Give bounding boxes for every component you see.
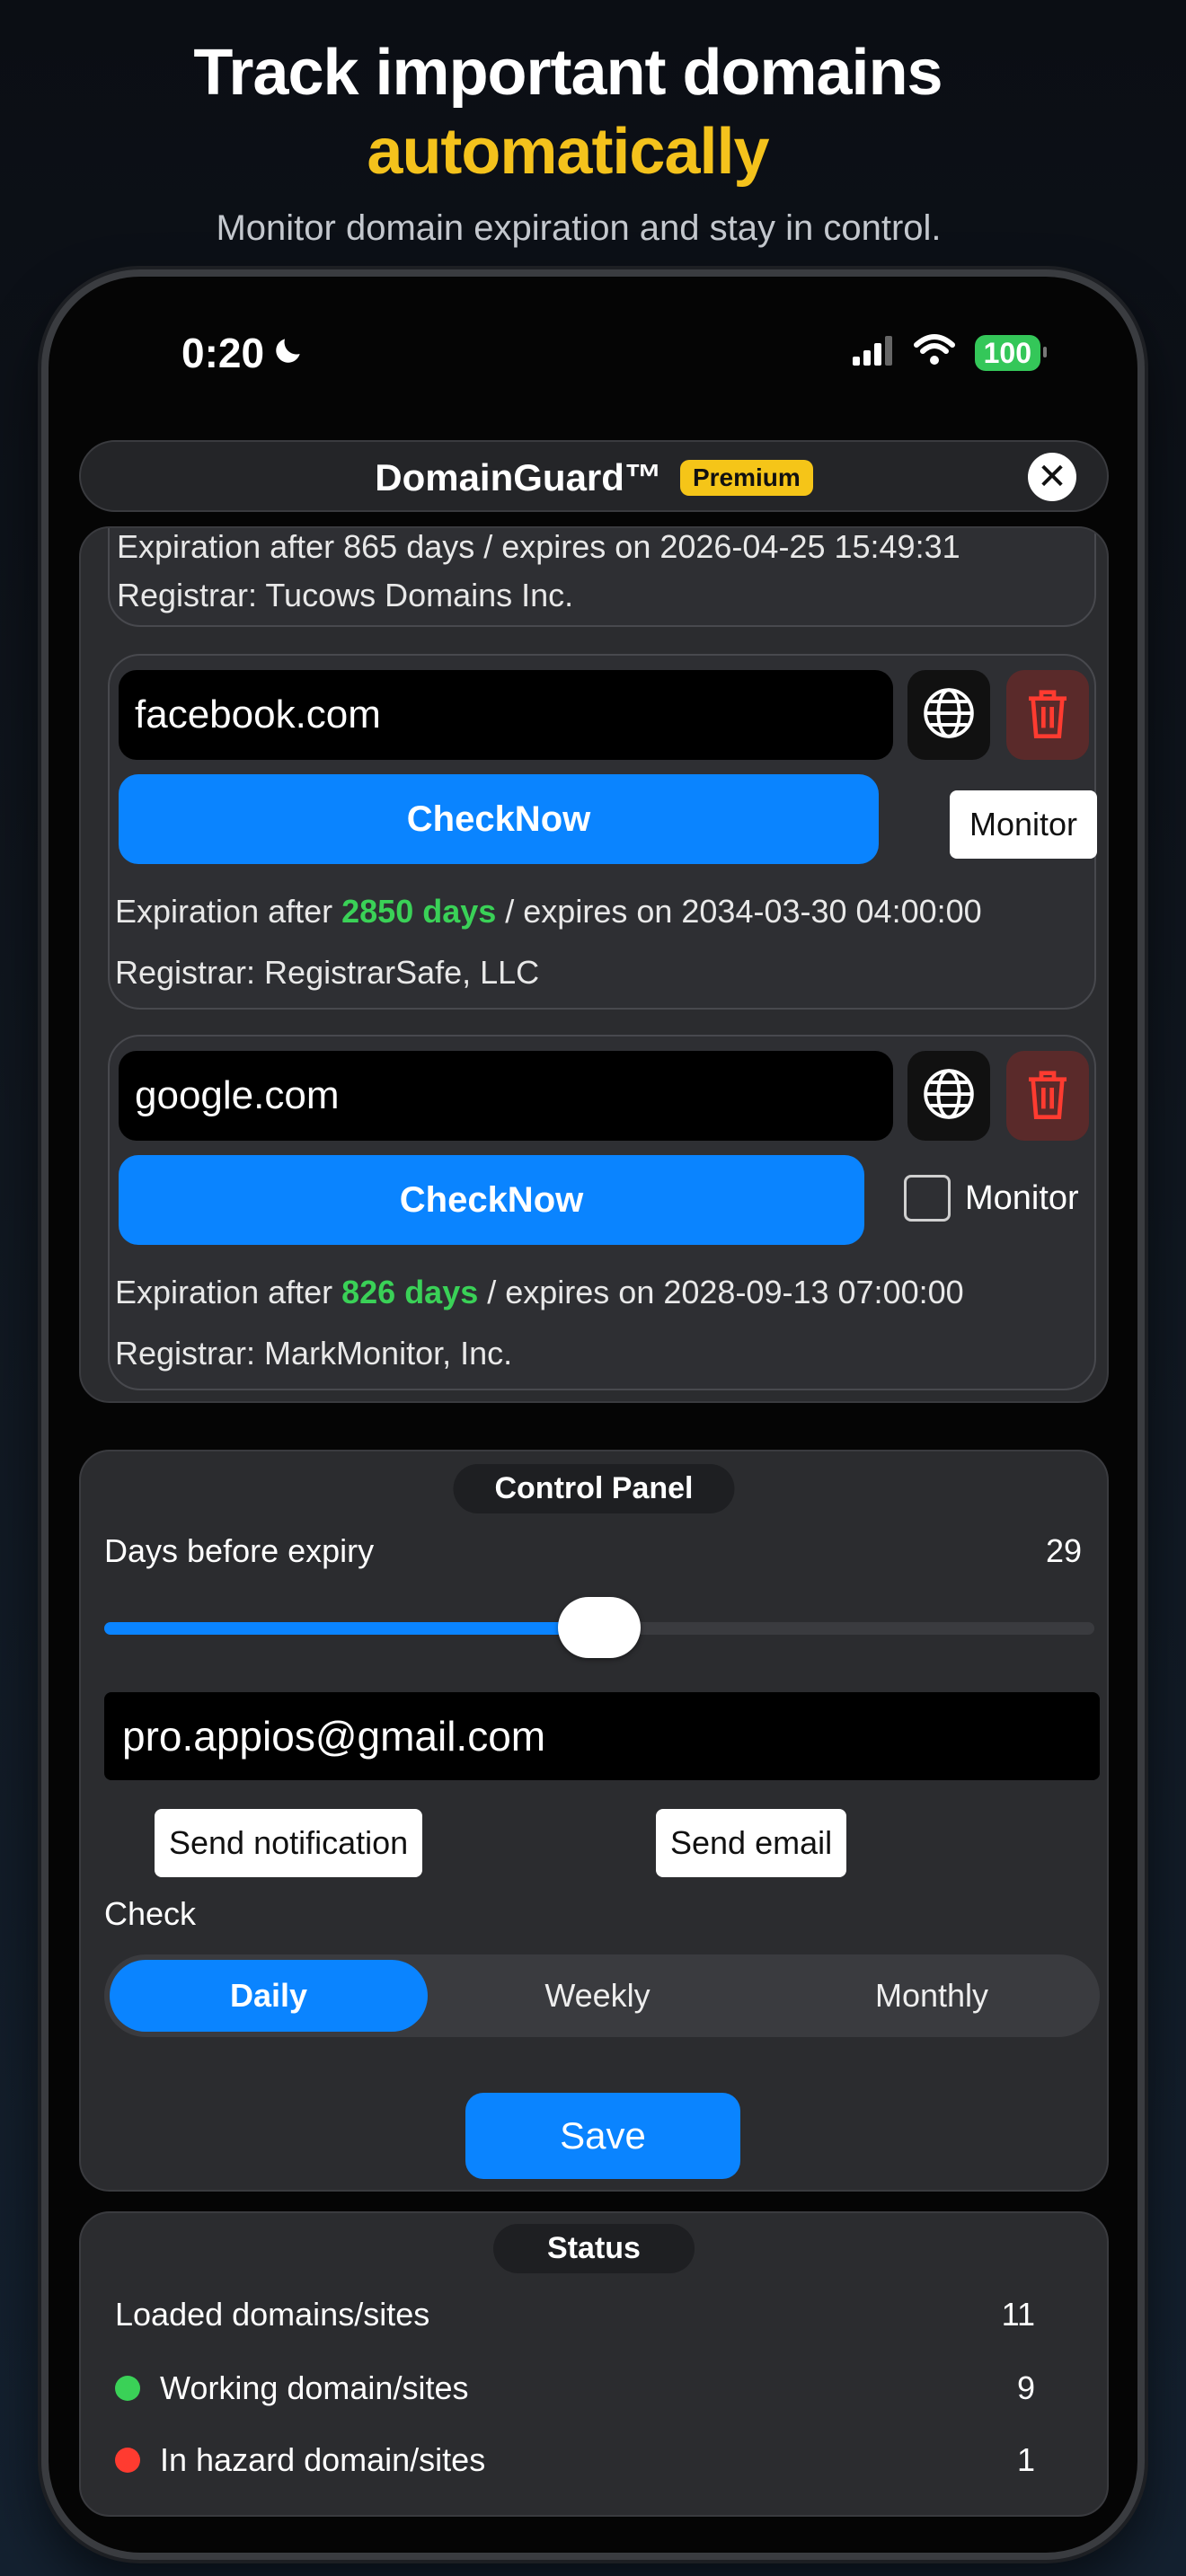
stat-hazard-label: In hazard domain/sites (160, 2441, 486, 2478)
status-time-text: 0:20 (181, 330, 265, 376)
monitor-label: Monitor (965, 1178, 1079, 1217)
registrar-text: Registrar: RegistrarSafe, LLC (115, 954, 540, 991)
app-title: DomainGuard™ (375, 456, 662, 498)
close-button[interactable]: ✕ (1028, 453, 1076, 501)
status-title: Status (493, 2224, 695, 2273)
stat-working-label: Working domain/sites (160, 2369, 469, 2406)
hero-title: Track important domains (193, 37, 943, 109)
stat-loaded-value: 11 (1001, 2296, 1035, 2333)
stat-working: Working domain/sites 9 (115, 2369, 1035, 2407)
status-panel: Status Loaded domains/sites 11 Working d… (79, 2211, 1109, 2517)
slider-fill (104, 1622, 599, 1635)
control-panel: Control Panel Days before expiry 29 pro.… (79, 1450, 1109, 2192)
phone-frame: 0:20 100 DomainGuard™ Premium ✕ Expirati… (41, 269, 1145, 2560)
moon-icon (271, 329, 305, 377)
registrar-text: Registrar: Tucows Domains Inc. (117, 577, 574, 613)
days-slider[interactable] (104, 1597, 1094, 1658)
days-before-expiry-label: Days before expiry (104, 1532, 375, 1569)
globe-icon (921, 685, 977, 745)
days-before-expiry-value: 29 (1045, 1532, 1082, 1569)
check-now-button[interactable]: CheckNow (119, 774, 879, 864)
slider-knob[interactable] (558, 1597, 641, 1658)
check-frequency-control[interactable]: Daily Weekly Monthly (104, 1954, 1100, 2037)
monitor-button[interactable]: Monitor (950, 790, 1097, 859)
days-remaining: 2850 days (341, 893, 497, 930)
monitor-toggle[interactable]: Monitor (904, 1175, 1079, 1222)
hero-title-accent: automatically (367, 116, 769, 188)
control-panel-title: Control Panel (453, 1464, 735, 1513)
stat-working-value: 9 (1016, 2369, 1035, 2406)
close-icon: ✕ (1037, 457, 1067, 497)
stat-loaded: Loaded domains/sites 11 (115, 2296, 1035, 2333)
save-button[interactable]: Save (465, 2093, 740, 2179)
globe-icon (921, 1066, 977, 1126)
open-site-button[interactable] (907, 670, 990, 760)
status-indicators: 100 (852, 334, 1048, 371)
expiration-text: Expiration after 865 days / expires on 2… (117, 528, 960, 565)
signal-icon (852, 335, 894, 370)
send-notification-button[interactable]: Send notification (155, 1809, 423, 1877)
trash-icon (1022, 1066, 1073, 1126)
expiration-text: Expiration after 2850 days / expires on … (115, 893, 982, 930)
delete-button[interactable] (1006, 670, 1089, 760)
segment-weekly[interactable]: Weekly (438, 1960, 757, 2032)
monitor-checkbox[interactable] (904, 1175, 951, 1222)
domain-list[interactable]: Expiration after 865 days / expires on 2… (79, 526, 1109, 1403)
domain-card: google.com CheckNow Monitor Expiration a… (108, 1035, 1096, 1390)
domain-card: facebook.com CheckNow Monitor Expiration… (108, 654, 1097, 1010)
check-now-button[interactable]: CheckNow (119, 1155, 864, 1245)
domain-input[interactable]: google.com (119, 1051, 893, 1141)
send-email-button[interactable]: Send email (656, 1809, 847, 1877)
domain-input[interactable]: facebook.com (119, 670, 893, 760)
battery-indicator: 100 (974, 334, 1048, 371)
check-frequency-label: Check (104, 1895, 197, 1932)
stat-hazard-value: 1 (1016, 2441, 1035, 2478)
expiration-text: Expiration after 826 days / expires on 2… (115, 1274, 964, 1310)
wifi-icon (913, 334, 955, 371)
status-time: 0:20 (181, 329, 305, 377)
green-dot-icon (115, 2376, 140, 2401)
stat-hazard: In hazard domain/sites 1 (115, 2441, 1035, 2479)
stat-loaded-label: Loaded domains/sites (115, 2296, 430, 2333)
hero-subtitle: Monitor domain expiration and stay in co… (216, 208, 942, 248)
red-dot-icon (115, 2448, 140, 2473)
premium-badge: Premium (679, 460, 813, 496)
days-remaining: 826 days (341, 1274, 479, 1310)
trash-icon (1022, 685, 1073, 745)
email-field[interactable]: pro.appios@gmail.com (104, 1692, 1100, 1780)
open-site-button[interactable] (907, 1051, 990, 1141)
segment-monthly[interactable]: Monthly (769, 1960, 1094, 2032)
segment-daily[interactable]: Daily (110, 1960, 428, 2032)
navbar: DomainGuard™ Premium ✕ (79, 440, 1109, 512)
delete-button[interactable] (1006, 1051, 1089, 1141)
registrar-text: Registrar: MarkMonitor, Inc. (115, 1335, 513, 1372)
domain-card-partial: Expiration after 865 days / expires on 2… (108, 528, 1096, 627)
